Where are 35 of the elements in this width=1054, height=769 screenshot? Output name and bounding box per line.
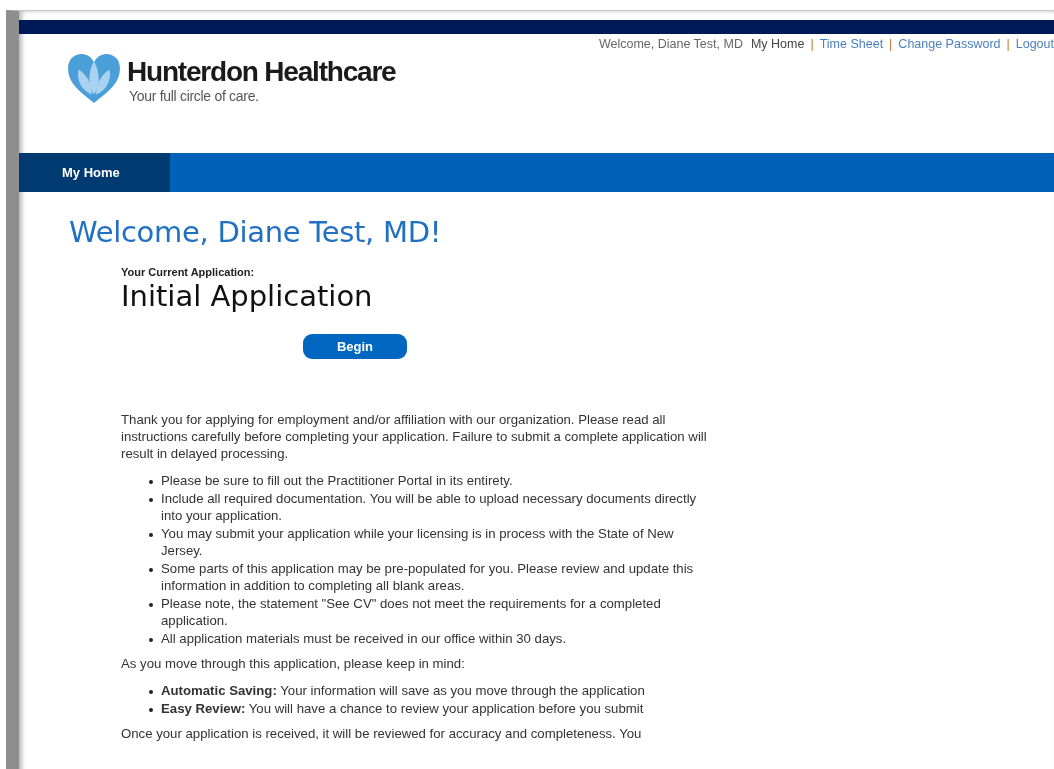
list-item-text: Include all required documentation. You will be able to upload necessary documents directly into your application. [161,489,698,525]
greeting-text: Welcome, Diane Test, MD [598,37,743,51]
bullet-icon [149,567,153,572]
begin-button[interactable]: Begin [303,334,407,359]
bullet-icon [149,690,153,694]
header-link[interactable]: My Home [750,37,805,51]
header-link[interactable]: Time Sheet [819,37,884,51]
application-label: Your Current Application: [121,266,256,278]
bullet-icon [149,532,153,537]
nav-tab[interactable]: My Home [19,153,170,192]
tagline: Your full circle of care. [129,88,260,104]
bullet-icon [149,637,153,642]
header-link[interactable]: Change Password [898,37,1001,51]
bullet-icon [149,602,153,607]
link-separator: | [810,37,814,51]
bullet-icon [149,707,153,712]
list-item-text: Some parts of this application may be pre-populated for you. Please review and update this information in addition to completing all blank areas. [161,559,695,595]
list-item-text: All application materials must be received in our office within 30 days. [161,629,568,647]
heart-leaf-icon [67,53,121,105]
list-item-text: Automatic Saving: Your information will save as you move through the application [161,682,646,700]
bullet-icon [149,497,153,502]
page-title: Welcome, Diane Test, MD! [69,214,442,250]
application-name: Initial Application [121,278,374,314]
brand-name: Hunterdon Healthcare [127,56,396,88]
link-separator: | [889,37,893,51]
bullet-icon [149,480,153,484]
list-item-text: Please note, the statement "See CV" does not meet the requirements for a completed application. [161,594,662,630]
list-item-text: Easy Review: You will have a chance to review your application before you submit [161,699,645,717]
list-item-text: You may submit your application while your licensing is in process with the State of New Jersey. [161,524,675,560]
header-link[interactable]: Logout [1015,37,1054,51]
body-text: Once your application is received, it will be reviewed for accuracy and completeness. You [121,725,643,742]
link-separator: | [1006,37,1010,51]
list-item-text: Please be sure to fill out the Practitioner Portal in its entirety. [161,472,514,490]
body-text: As you move through this application, please keep in mind: [121,655,466,672]
intro-paragraph: Thank you for applying for employment and/or affiliation with our organization. Please read all instructions carefully before completing your application. Failure to submit a complete application will result in delayed processing. [121,411,708,462]
